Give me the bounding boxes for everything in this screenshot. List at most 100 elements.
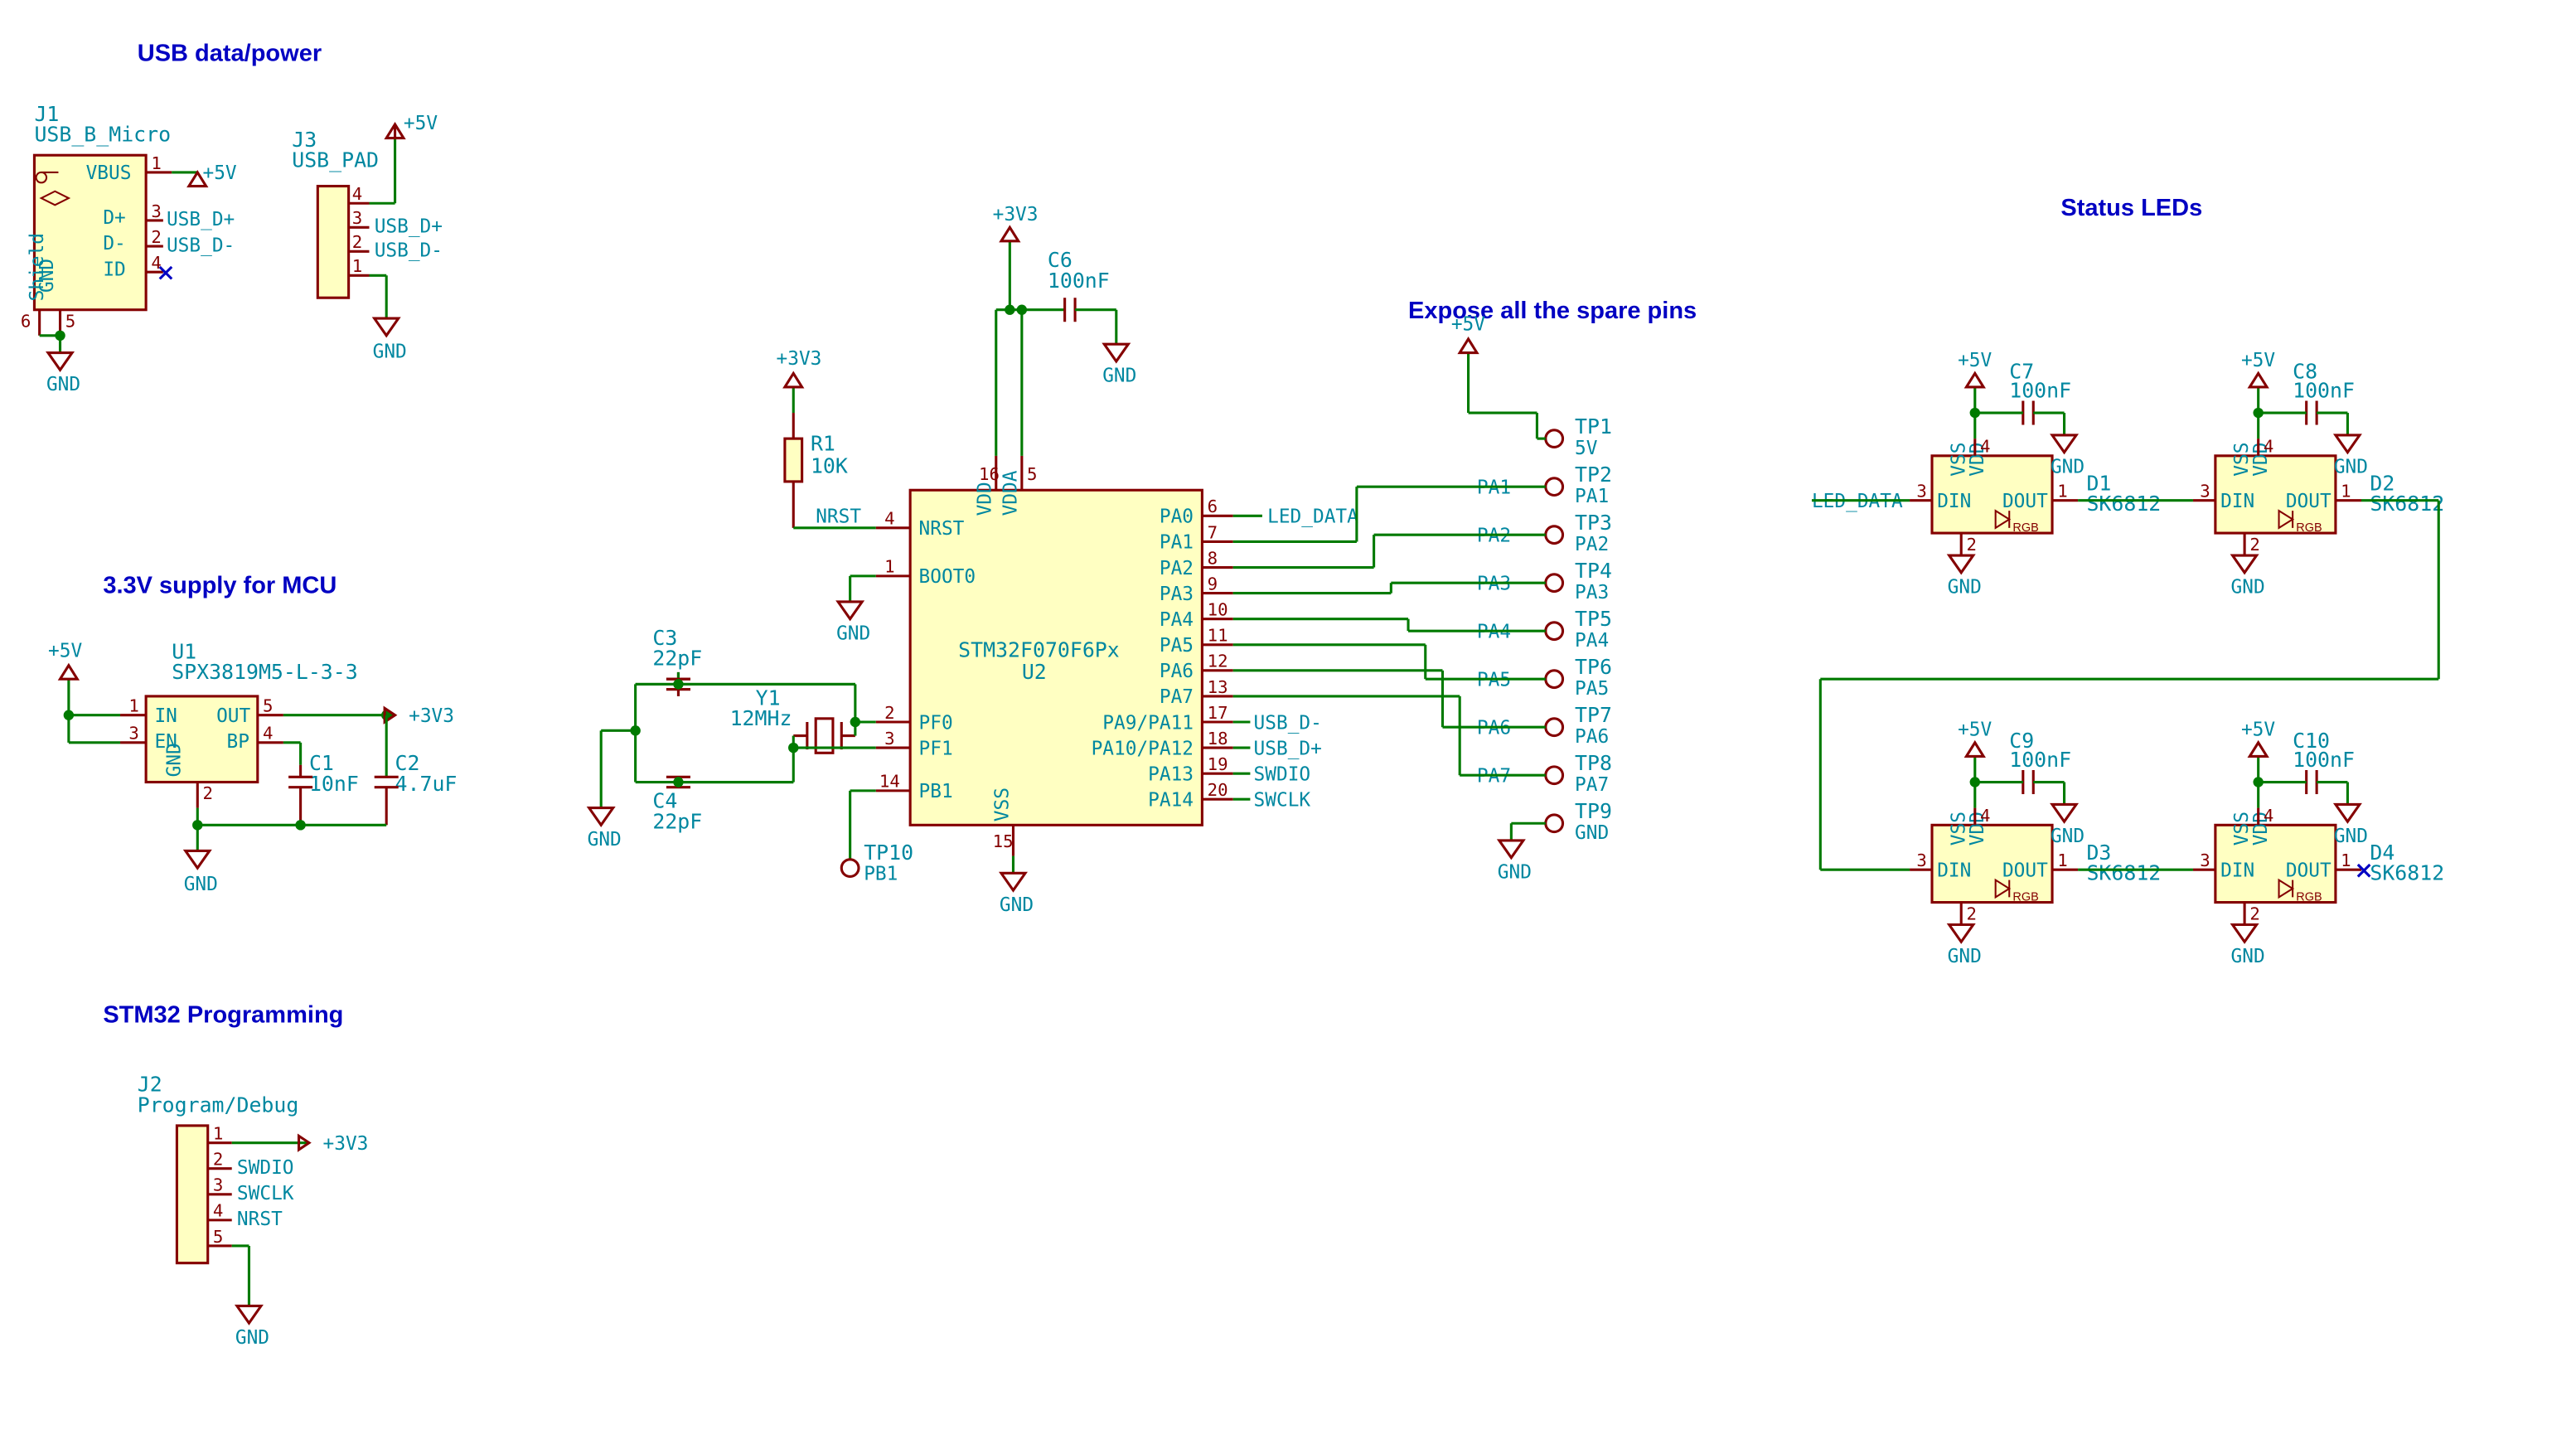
svg-text:PA10/PA12: PA10/PA12 — [1092, 738, 1194, 759]
svg-text:PA6: PA6 — [1575, 726, 1609, 748]
svg-text:R1: R1 — [811, 432, 835, 456]
svg-text:SK6812: SK6812 — [2086, 861, 2161, 885]
svg-text:4: 4 — [263, 724, 273, 744]
svg-text:GND: GND — [2051, 826, 2085, 847]
svg-text:NRST: NRST — [919, 518, 965, 540]
svg-text:7: 7 — [1208, 522, 1218, 542]
svg-text:PA9/PA11: PA9/PA11 — [1102, 712, 1194, 734]
svg-text:DIN: DIN — [2220, 860, 2254, 881]
svg-text:3: 3 — [213, 1175, 223, 1195]
svg-text:4: 4 — [2264, 437, 2273, 457]
svg-text:2: 2 — [884, 703, 894, 723]
svg-text:1: 1 — [151, 153, 161, 173]
svg-text:2: 2 — [202, 783, 212, 803]
svg-text:TP4: TP4 — [1575, 559, 1612, 583]
svg-text:1: 1 — [213, 1123, 223, 1143]
svg-text:TP6: TP6 — [1575, 655, 1612, 679]
svg-text:GND: GND — [836, 623, 870, 645]
svg-text:TP7: TP7 — [1575, 703, 1612, 727]
svg-text:VDD: VDD — [975, 482, 996, 516]
svg-text:STM32F070F6Px: STM32F070F6Px — [958, 637, 1120, 661]
spare-pins: TP15VTP2PA1PA1TP3PA2PA2TP4PA3PA3TP5PA4PA… — [1477, 414, 1612, 844]
svg-text:PA13: PA13 — [1148, 763, 1194, 785]
svg-text:TP5: TP5 — [1575, 607, 1612, 631]
svg-text:4: 4 — [213, 1201, 223, 1221]
svg-text:PA1: PA1 — [1575, 486, 1609, 507]
svg-text:TP2: TP2 — [1575, 463, 1612, 487]
svg-text:3: 3 — [151, 201, 161, 221]
svg-text:D-: D- — [103, 233, 125, 254]
svg-text:USB_D-: USB_D- — [167, 235, 235, 256]
svg-text:DOUT: DOUT — [2002, 860, 2048, 881]
component-j1: J1 USB_B_Micro VBUS D+ D- ID GND Shield … — [21, 102, 172, 336]
svg-text:+5V: +5V — [202, 162, 236, 184]
svg-text:8: 8 — [1208, 548, 1218, 568]
svg-text:+5V: +5V — [1958, 720, 1992, 741]
svg-text:GND: GND — [164, 743, 186, 777]
svg-text:+5V: +5V — [2241, 350, 2275, 371]
svg-text:11: 11 — [1208, 626, 1228, 646]
svg-text:100nF: 100nF — [2009, 378, 2071, 402]
svg-text:12MHz: 12MHz — [730, 706, 792, 730]
svg-text:USB_B_Micro: USB_B_Micro — [34, 123, 171, 147]
svg-text:NRST: NRST — [237, 1209, 283, 1230]
section-swd: STM32 Programming — [103, 1002, 343, 1029]
section-usb: USB data/power — [138, 40, 322, 66]
svg-text:DOUT: DOUT — [2002, 491, 2048, 512]
svg-text:+3V3: +3V3 — [777, 348, 822, 370]
svg-text:10nF: 10nF — [309, 772, 359, 796]
svg-text:4: 4 — [352, 184, 362, 204]
svg-text:13: 13 — [1208, 677, 1228, 697]
svg-text:TP8: TP8 — [1575, 751, 1612, 775]
svg-text:5: 5 — [263, 696, 273, 716]
svg-text:TP9: TP9 — [1575, 799, 1612, 823]
svg-text:BOOT0: BOOT0 — [919, 566, 976, 588]
svg-text:3: 3 — [2200, 482, 2210, 502]
svg-text:17: 17 — [1208, 703, 1228, 723]
svg-text:GND: GND — [184, 874, 218, 895]
svg-text:5: 5 — [65, 311, 75, 331]
svg-text:USB_PAD: USB_PAD — [292, 148, 379, 172]
svg-text:PA3: PA3 — [1160, 584, 1194, 605]
svg-text:3: 3 — [128, 724, 138, 744]
svg-text:RGB: RGB — [2012, 521, 2038, 535]
svg-text:IN: IN — [154, 705, 177, 727]
svg-text:DOUT: DOUT — [2286, 491, 2331, 512]
svg-text:GND: GND — [1948, 577, 1982, 598]
svg-text:SWCLK: SWCLK — [1254, 790, 1311, 812]
svg-text:100nF: 100nF — [2293, 748, 2355, 772]
svg-text:GND: GND — [1575, 822, 1609, 844]
svg-text:PA4: PA4 — [1575, 630, 1609, 652]
svg-text:+3V3: +3V3 — [409, 705, 454, 727]
svg-text:+3V3: +3V3 — [323, 1133, 369, 1155]
svg-text:4: 4 — [884, 509, 894, 529]
svg-text:+5V: +5V — [1958, 350, 1992, 371]
svg-text:19: 19 — [1208, 754, 1228, 774]
component-u2: U2 STM32F070F6Px 4NRST 1BOOT0 2PF0 3PF1 … — [876, 456, 1233, 856]
svg-text:VBUS: VBUS — [86, 162, 132, 184]
svg-text:SK6812: SK6812 — [2370, 861, 2444, 885]
svg-text:RGB: RGB — [2012, 890, 2038, 904]
svg-text:PA7: PA7 — [1160, 686, 1194, 708]
component-r1: +3V3 R1 10K — [777, 348, 848, 528]
svg-text:PB1: PB1 — [864, 864, 898, 885]
svg-text:2: 2 — [151, 227, 161, 247]
svg-text:DIN: DIN — [1937, 491, 1971, 512]
svg-text:USB_D-: USB_D- — [1254, 712, 1322, 734]
svg-text:18: 18 — [1208, 729, 1228, 749]
svg-text:D+: D+ — [103, 207, 125, 229]
svg-text:RGB: RGB — [2296, 890, 2322, 904]
svg-text:BP: BP — [227, 731, 249, 753]
svg-text:RGB: RGB — [2296, 521, 2322, 535]
svg-text:GND: GND — [2334, 826, 2368, 847]
svg-text:USB_D+: USB_D+ — [167, 209, 235, 230]
svg-text:PF0: PF0 — [919, 712, 953, 734]
component-j3: J3 USB_PAD 4 3 2 1 — [292, 128, 379, 298]
svg-text:+5V: +5V — [1451, 314, 1485, 336]
svg-text:SWCLK: SWCLK — [237, 1183, 294, 1204]
svg-text:10K: 10K — [811, 454, 848, 478]
svg-text:2: 2 — [1966, 535, 1976, 555]
svg-text:GND: GND — [1102, 366, 1136, 387]
svg-text:6: 6 — [1208, 497, 1218, 516]
svg-text:TP1: TP1 — [1575, 414, 1612, 439]
